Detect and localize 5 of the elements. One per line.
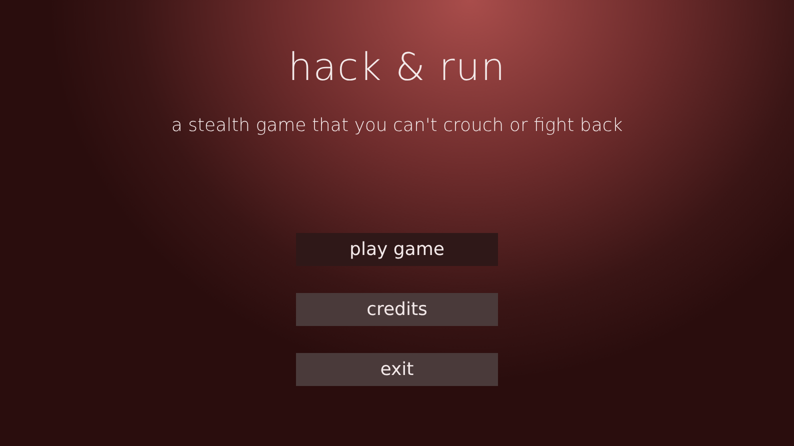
game-title: hack & run xyxy=(288,44,506,91)
menu-button[interactable]: credits xyxy=(296,293,498,326)
menu-button[interactable]: play game xyxy=(296,233,498,266)
menu-button[interactable]: exit xyxy=(296,353,498,386)
game-subtitle: a stealth game that you can't crouch or fight back xyxy=(171,114,623,138)
